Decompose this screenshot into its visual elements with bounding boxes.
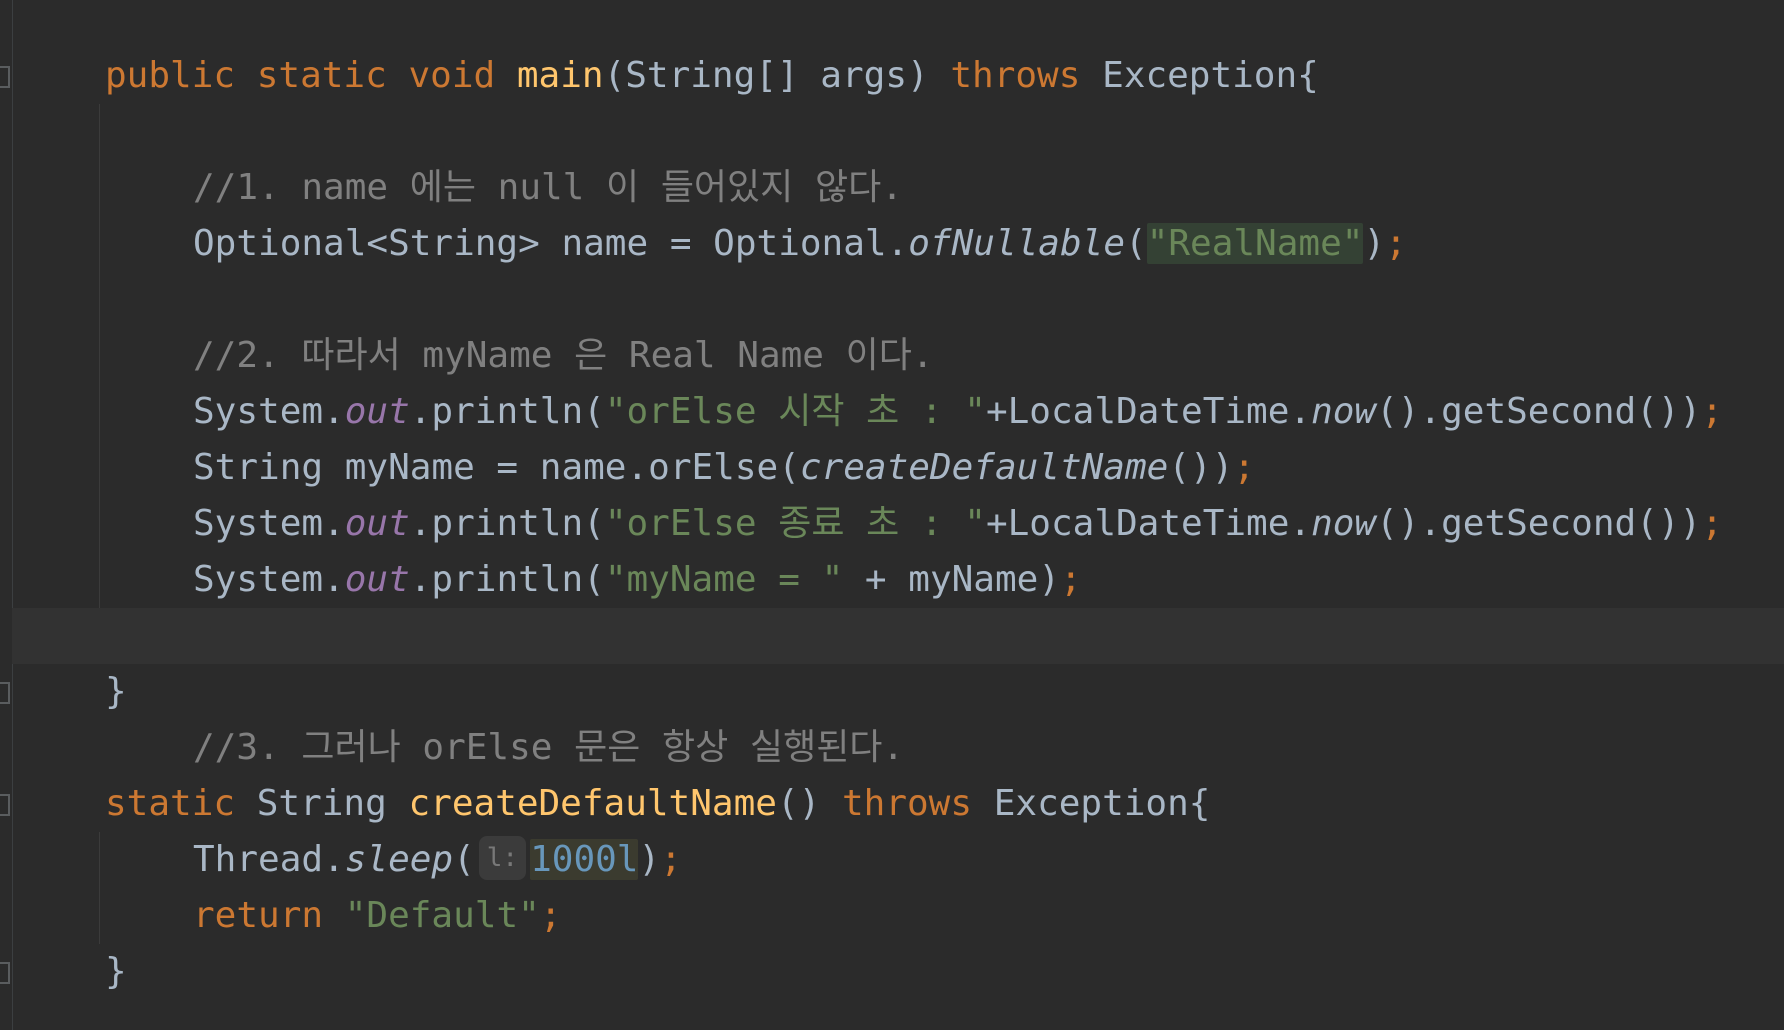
- code-line-main-signature[interactable]: public static void main(String[] args) t…: [105, 48, 1319, 104]
- code-comment-2[interactable]: //2. 따라서 myName 은 Real Name 이다.: [193, 328, 934, 384]
- method-parens: (): [776, 783, 821, 824]
- method-println: .println(: [409, 391, 605, 432]
- fold-marker-icon[interactable]: [0, 794, 10, 816]
- keyword-static: static: [105, 783, 236, 824]
- method-getsecond: ().getSecond()): [1376, 503, 1702, 544]
- paren-open: (: [453, 839, 475, 880]
- field-out: out: [344, 503, 410, 544]
- string-realname: "RealName": [1146, 223, 1364, 264]
- system-class: System.: [193, 503, 345, 544]
- code-line-orelse[interactable]: String myName = name.orElse(createDefaul…: [193, 440, 1255, 496]
- field-out: out: [344, 559, 410, 600]
- semicolon: ;: [1233, 447, 1256, 488]
- keyword-throws: throws: [841, 783, 973, 824]
- code-line-createdefaultname-signature[interactable]: static String createDefaultName() throws…: [105, 776, 1210, 832]
- fold-marker-icon[interactable]: [0, 66, 10, 88]
- concat-localdatetime: +LocalDateTime.: [985, 391, 1312, 432]
- method-now: now: [1311, 391, 1377, 432]
- keyword-throws: throws: [950, 55, 1081, 96]
- method-sleep: sleep: [344, 839, 454, 880]
- concat-myname: + myName): [843, 559, 1060, 600]
- semicolon: ;: [660, 839, 682, 880]
- string-end-label: "orElse 종료 초 : ": [604, 503, 986, 544]
- code-comment-1[interactable]: //1. name 에는 null 이 들어있지 않다.: [193, 160, 903, 216]
- code-close-brace-createdefaultname[interactable]: }: [105, 944, 127, 1000]
- concat-localdatetime: +LocalDateTime.: [985, 503, 1312, 544]
- method-name-main: main: [516, 55, 604, 96]
- semicolon: ;: [539, 895, 562, 936]
- exception-type: Exception{: [993, 783, 1211, 824]
- paren-close: ): [638, 839, 661, 880]
- system-class: System.: [193, 391, 345, 432]
- myname-declaration: String myName = name.orElse(: [193, 447, 800, 488]
- code-editor[interactable]: public static void main(String[] args) t…: [0, 0, 1784, 1030]
- string-start-label: "orElse 시작 초 : ": [604, 391, 986, 432]
- method-println: .println(: [409, 503, 605, 544]
- editor-gutter: [0, 0, 13, 1030]
- number-literal: 1000l: [530, 839, 639, 880]
- parameter-hint: l:: [478, 836, 527, 880]
- thread-class: Thread.: [193, 839, 345, 880]
- keyword-return: return: [193, 895, 324, 936]
- keyword-static: static: [256, 55, 387, 96]
- string-default: "Default": [344, 895, 540, 936]
- semicolon: ;: [1701, 391, 1723, 432]
- current-line-highlight: [12, 608, 1784, 664]
- paren-close: ): [1363, 223, 1386, 264]
- semicolon: ;: [1701, 503, 1723, 544]
- semicolon: ;: [1060, 559, 1082, 600]
- exception-type: Exception{: [1102, 55, 1319, 96]
- code-line-println-start[interactable]: System.out.println("orElse 시작 초 : "+Loca…: [193, 384, 1723, 440]
- keyword-public: public: [105, 55, 236, 96]
- code-close-brace-main[interactable]: }: [105, 664, 127, 720]
- code-line-return[interactable]: return "Default";: [193, 888, 562, 944]
- method-getsecond: ().getSecond()): [1376, 391, 1702, 432]
- keyword-void: void: [408, 55, 496, 96]
- code-line-println-end[interactable]: System.out.println("orElse 종료 초 : "+Loca…: [193, 496, 1723, 552]
- method-params: (String[] args): [603, 55, 929, 96]
- code-line-optional[interactable]: Optional<String> name = Optional.ofNulla…: [193, 216, 1407, 272]
- system-class: System.: [193, 559, 345, 600]
- paren-open: (: [1125, 223, 1147, 264]
- code-line-thread-sleep[interactable]: Thread.sleep(l: 1000l);: [193, 832, 682, 888]
- method-ofnullable: ofNullable: [908, 223, 1125, 264]
- method-createdefaultname-call: createDefaultName: [799, 447, 1169, 488]
- method-now: now: [1311, 503, 1377, 544]
- code-comment-3[interactable]: //3. 그러나 orElse 문은 항상 실행된다.: [193, 720, 904, 776]
- fold-marker-icon[interactable]: [0, 962, 10, 984]
- string-myname-label: "myName = ": [604, 559, 844, 600]
- method-name-createdefaultname: createDefaultName: [408, 783, 777, 824]
- indent-guide: [99, 104, 100, 664]
- indent-guide: [99, 832, 100, 944]
- paren-close: ()): [1168, 447, 1234, 488]
- fold-marker-icon[interactable]: [0, 682, 10, 704]
- code-line-println-myname[interactable]: System.out.println("myName = " + myName)…: [193, 552, 1082, 608]
- semicolon: ;: [1385, 223, 1407, 264]
- field-out: out: [344, 391, 410, 432]
- optional-declaration: Optional<String> name = Optional.: [193, 223, 909, 264]
- return-type-string: String: [256, 783, 387, 824]
- method-println: .println(: [409, 559, 605, 600]
